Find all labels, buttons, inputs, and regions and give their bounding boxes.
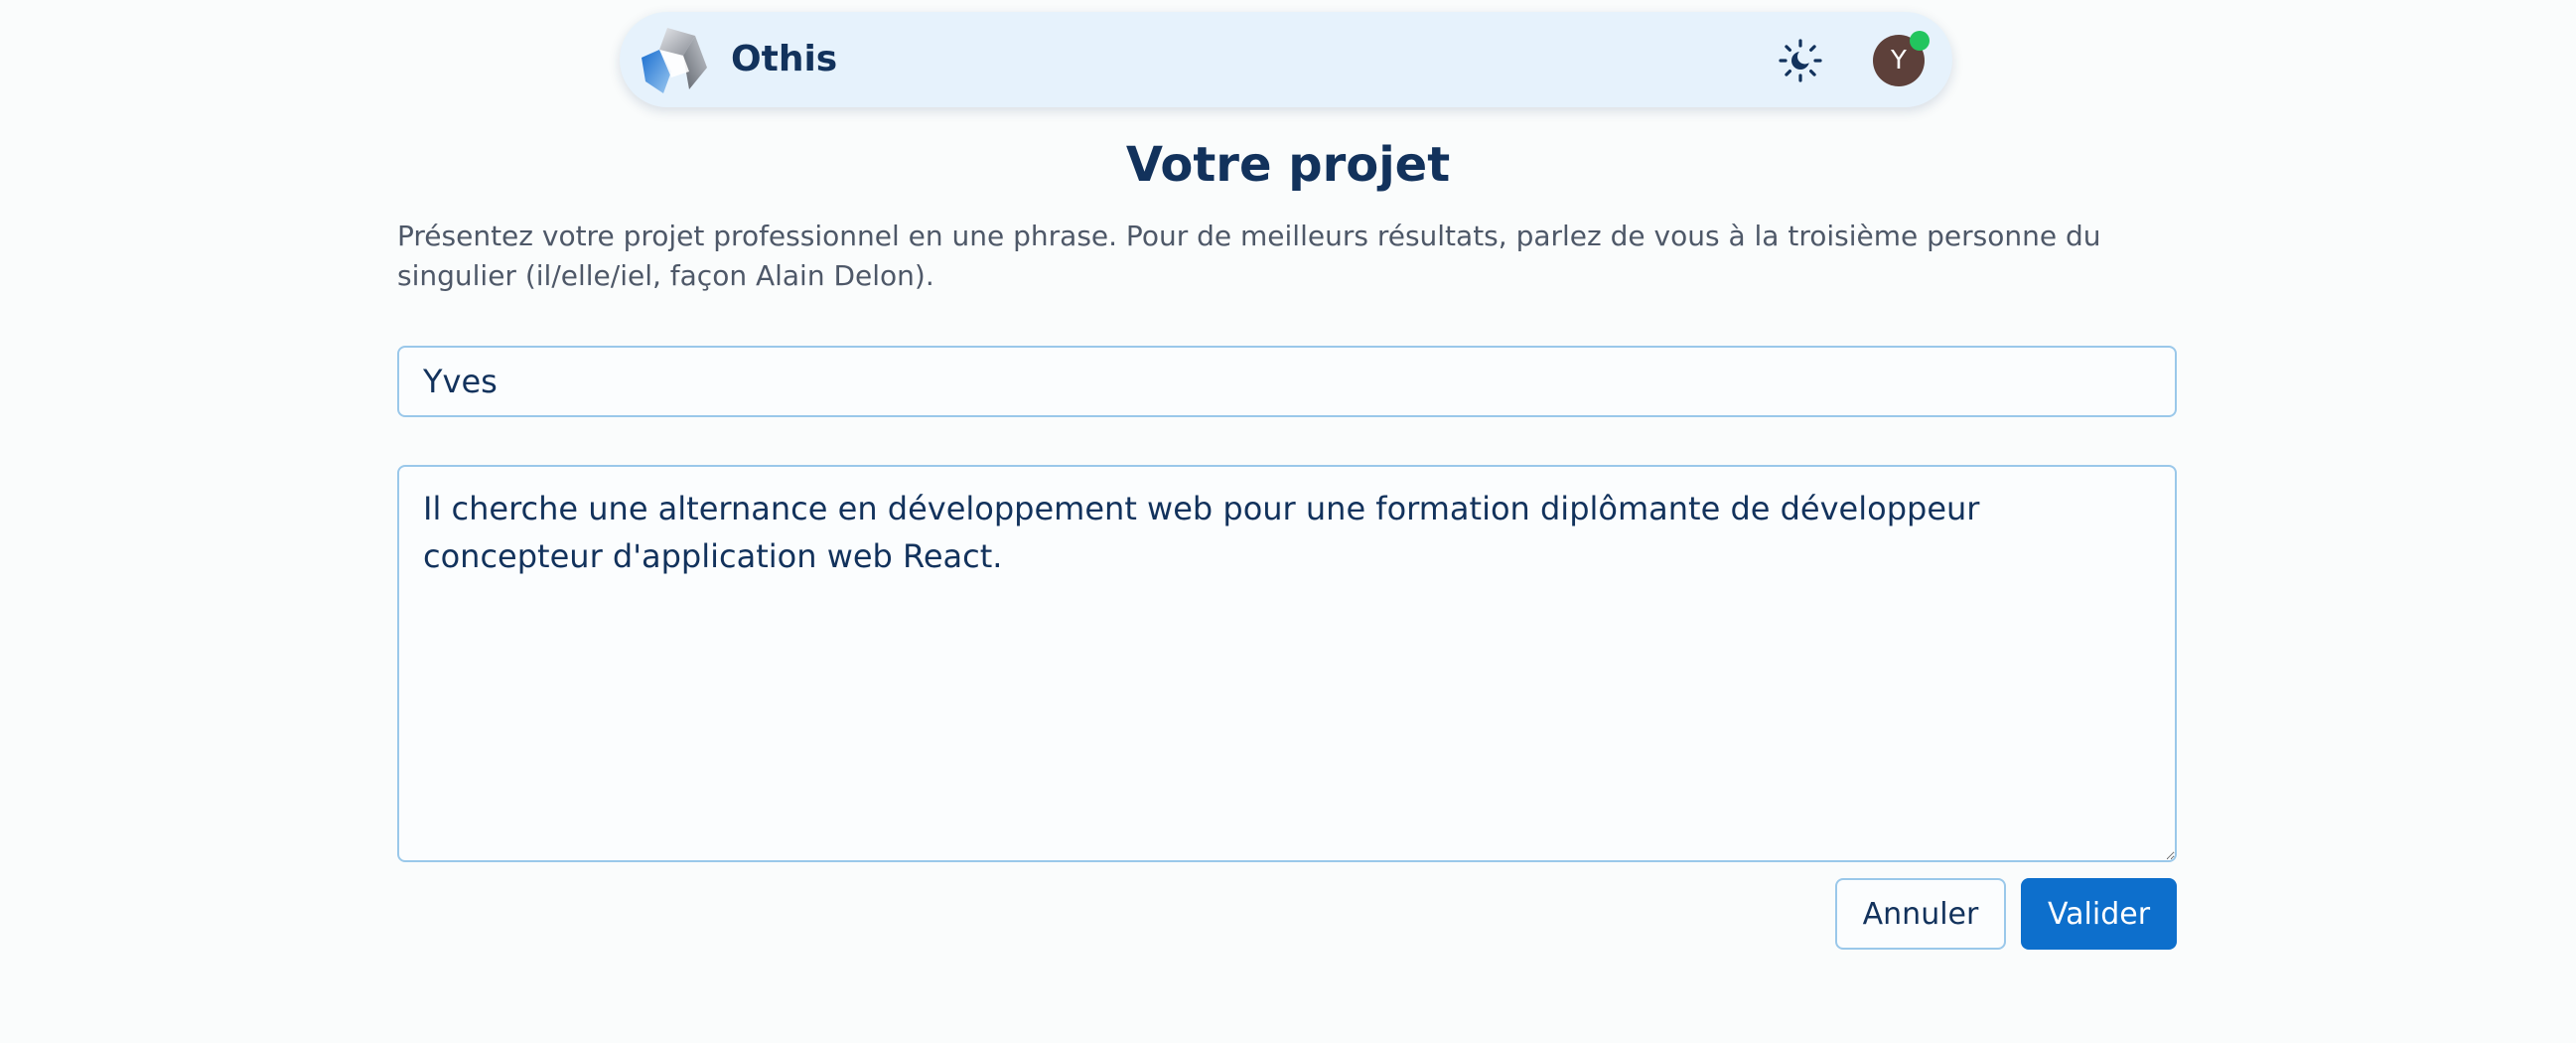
theme-toggle-button[interactable] (1776, 36, 1825, 85)
page-title: Votre projet (1125, 137, 1451, 193)
user-avatar-wrapper: Y (1873, 31, 1930, 86)
theme-toggle-icon (1779, 39, 1822, 82)
page-description: Présentez votre projet professionnel en … (397, 220, 2101, 292)
brand-name[interactable]: Othis (731, 12, 837, 107)
submit-button[interactable]: Valider (2021, 878, 2177, 950)
othis-logo-icon[interactable] (638, 22, 715, 99)
project-textarea[interactable]: Il cherche une alternance en développeme… (397, 465, 2177, 862)
online-status-indicator (1910, 31, 1930, 51)
name-input[interactable] (397, 346, 2177, 417)
cancel-button[interactable]: Annuler (1835, 878, 2006, 950)
app-header: Othis Y (620, 12, 1952, 107)
page: Othis Y Votre projet Présentez votre pro… (0, 0, 2576, 1043)
